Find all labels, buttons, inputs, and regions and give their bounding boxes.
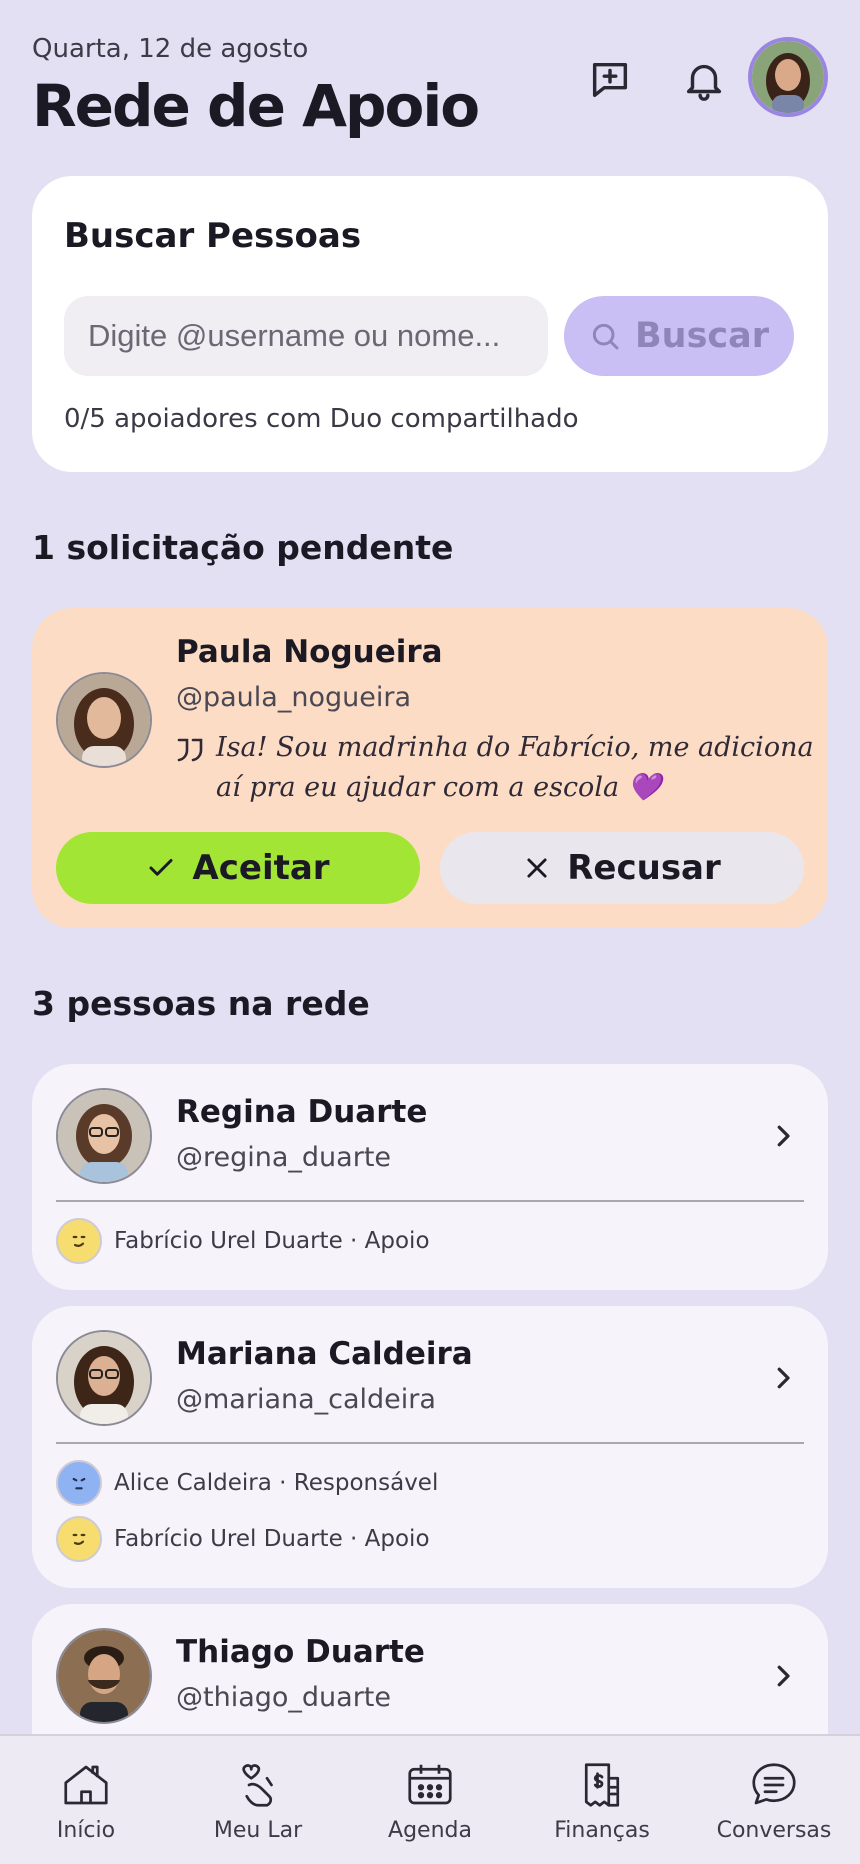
requester-name: Paula Nogueira bbox=[176, 634, 443, 670]
bottom-tab-bar: Início Meu Lar Agenda Finanças Conversas bbox=[0, 1734, 860, 1864]
person-name: Thiago Duarte bbox=[176, 1634, 425, 1670]
search-icon bbox=[592, 323, 619, 350]
person-card-mariana[interactable]: Mariana Caldeira @mariana_caldeira Alice… bbox=[32, 1306, 828, 1588]
person-username: @regina_duarte bbox=[176, 1142, 392, 1173]
tab-label: Meu Lar bbox=[213, 1818, 303, 1843]
relation-text: Alice Caldeira · Responsável bbox=[114, 1470, 439, 1496]
home-icon bbox=[64, 1765, 108, 1805]
relation-text: Fabrício Urel Duarte · Apoio bbox=[114, 1526, 430, 1552]
tab-agenda[interactable]: Agenda bbox=[344, 1736, 516, 1864]
relation-item: Fabrício Urel Duarte · Apoio bbox=[56, 1516, 430, 1562]
worried-face-icon bbox=[56, 1460, 102, 1506]
header: Quarta, 12 de agosto Rede de Apoio bbox=[32, 32, 828, 142]
tab-label: Agenda bbox=[388, 1818, 472, 1843]
accept-button[interactable]: Aceitar bbox=[56, 832, 420, 904]
person-username: @mariana_caldeira bbox=[176, 1384, 436, 1415]
tab-label: Finanças bbox=[554, 1818, 650, 1843]
tab-conversas[interactable]: Conversas bbox=[688, 1736, 860, 1864]
relation-item: Alice Caldeira · Responsável bbox=[56, 1460, 438, 1506]
tab-label: Início bbox=[56, 1818, 116, 1843]
receipt-icon bbox=[584, 1763, 620, 1807]
chevron-right-icon bbox=[777, 1665, 790, 1687]
search-card: Buscar Pessoas Buscar 0/5 apoiadores com… bbox=[32, 176, 828, 472]
divider bbox=[56, 1442, 804, 1444]
avatar bbox=[56, 1628, 152, 1724]
accept-label: Aceitar bbox=[192, 848, 330, 888]
reject-label: Recusar bbox=[567, 848, 721, 888]
person-name: Mariana Caldeira bbox=[176, 1336, 473, 1372]
smirk-face-icon bbox=[56, 1218, 102, 1264]
chevron-right-icon bbox=[777, 1125, 790, 1147]
tab-label: Conversas bbox=[716, 1818, 832, 1843]
avatar bbox=[56, 1088, 152, 1184]
avatar bbox=[56, 672, 152, 768]
relation-item: Fabrício Urel Duarte · Apoio bbox=[56, 1218, 430, 1264]
quote-icon bbox=[177, 738, 203, 762]
search-input[interactable] bbox=[64, 296, 548, 376]
message-plus-icon bbox=[592, 62, 628, 98]
profile-avatar[interactable] bbox=[748, 37, 828, 117]
bell-icon bbox=[686, 64, 722, 101]
avatar-image bbox=[58, 1332, 150, 1424]
new-message-button[interactable] bbox=[580, 50, 640, 110]
requester-username: @paula_nogueira bbox=[176, 682, 411, 713]
avatar-image bbox=[752, 41, 824, 113]
date-label: Quarta, 12 de agosto bbox=[32, 34, 309, 64]
request-message: Isa! Sou madrinha do Fabrício, me adicio… bbox=[216, 732, 814, 803]
avatar-image bbox=[58, 674, 150, 766]
network-section-title: 3 pessoas na rede bbox=[32, 984, 370, 1023]
avatar bbox=[56, 1330, 152, 1426]
search-button-label: Buscar bbox=[634, 316, 770, 356]
smirk-face-icon bbox=[56, 1516, 102, 1562]
pending-request-card: Paula Nogueira @paula_nogueira Isa! Sou … bbox=[32, 608, 828, 928]
avatar-image bbox=[58, 1090, 150, 1182]
close-icon bbox=[527, 858, 547, 878]
supporters-count: 0/5 apoiadores com Duo compartilhado bbox=[64, 404, 579, 434]
person-card-regina[interactable]: Regina Duarte @regina_duarte Fabrício Ur… bbox=[32, 1064, 828, 1290]
page-title: Rede de Apoio bbox=[32, 72, 480, 140]
chevron-right-icon bbox=[777, 1367, 790, 1389]
tab-meu-lar[interactable]: Meu Lar bbox=[172, 1736, 344, 1864]
avatar-image bbox=[58, 1630, 150, 1722]
search-button[interactable]: Buscar bbox=[564, 296, 794, 376]
check-icon bbox=[149, 859, 173, 876]
chat-icon bbox=[752, 1763, 796, 1805]
relation-text: Fabrício Urel Duarte · Apoio bbox=[114, 1228, 430, 1254]
heart-hand-icon bbox=[242, 1764, 273, 1807]
tab-financas[interactable]: Finanças bbox=[516, 1736, 688, 1864]
pending-section-title: 1 solicitação pendente bbox=[32, 528, 454, 567]
person-username: @thiago_duarte bbox=[176, 1682, 391, 1713]
notifications-button[interactable] bbox=[674, 50, 734, 110]
person-name: Regina Duarte bbox=[176, 1094, 428, 1130]
calendar-icon bbox=[408, 1764, 452, 1805]
search-title: Buscar Pessoas bbox=[64, 216, 362, 256]
divider bbox=[56, 1200, 804, 1202]
tab-inicio[interactable]: Início bbox=[0, 1736, 172, 1864]
reject-button[interactable]: Recusar bbox=[440, 832, 804, 904]
